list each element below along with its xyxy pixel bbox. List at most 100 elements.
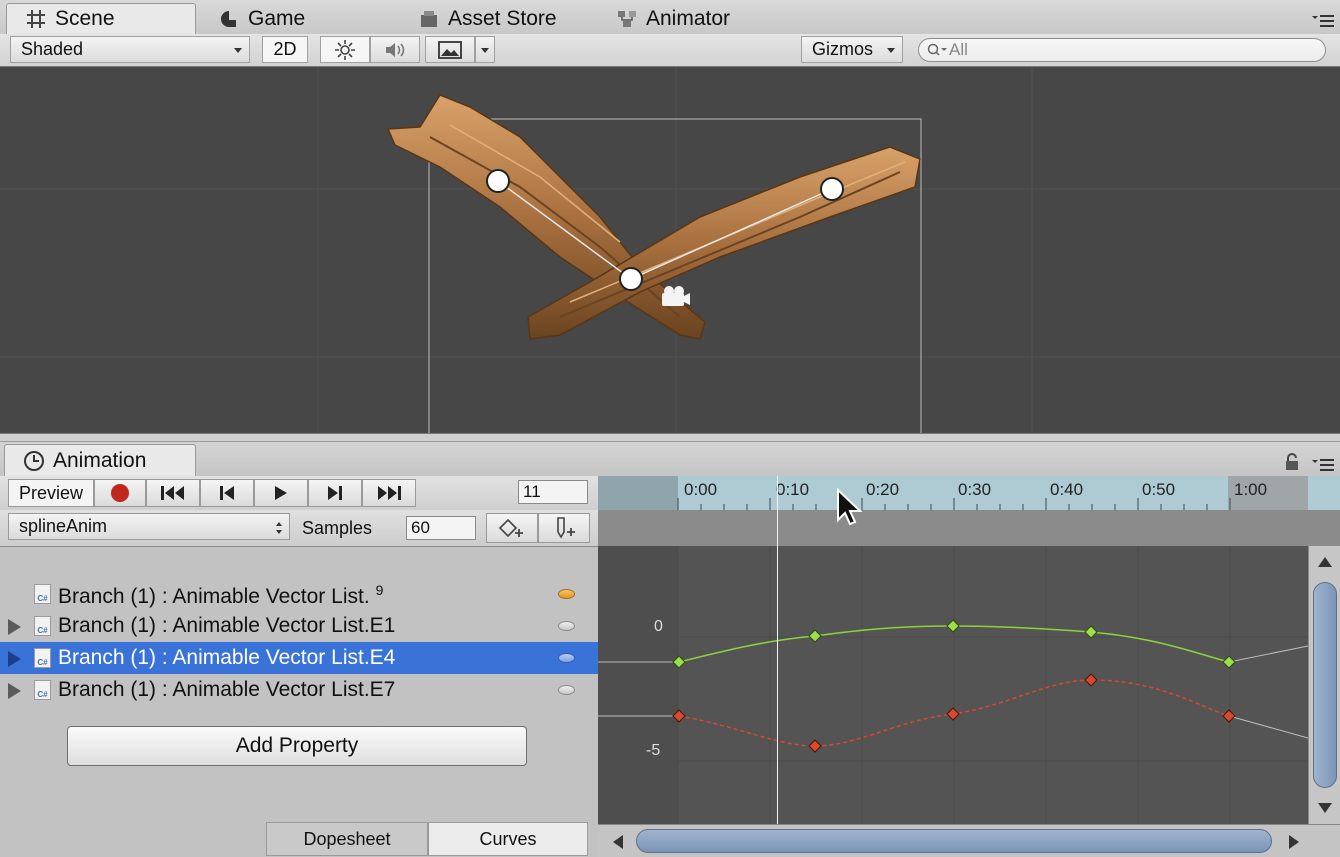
curve-grid [598,546,1308,824]
main-tab-strip: Scene Game Asset Store Animator [0,0,1340,35]
shading-mode-dropdown[interactable]: Shaded [10,36,250,63]
lock-icon[interactable] [1284,452,1300,472]
property-row-selected[interactable]: C# Branch (1) : Animable Vector List.E4 [0,642,598,674]
add-keyframe-button[interactable] [486,513,538,543]
timeline-tick-label: 0:00 [684,480,718,499]
previous-keyframe-button[interactable] [200,479,254,507]
preview-label: Preview [18,482,84,503]
play-button[interactable] [254,479,308,507]
keyframe-handle[interactable] [1084,625,1098,639]
property-label: Branch (1) : Animable Vector List.E7 [58,678,396,701]
tab-scene[interactable]: Scene [6,3,196,34]
tab-curves[interactable]: Curves [428,822,588,856]
last-keyframe-button[interactable] [362,479,416,507]
scroll-thumb[interactable] [636,829,1272,853]
keyframe-handle[interactable] [1222,709,1236,723]
scroll-down-arrow-icon[interactable] [1317,802,1333,814]
timeline-tick-label: 0:40 [1050,480,1084,499]
next-keyframe-button[interactable] [308,479,362,507]
store-icon [421,10,437,27]
expand-triangle-icon[interactable] [8,651,21,667]
add-property-button[interactable]: Add Property [67,726,527,766]
search-icon [927,43,947,56]
panel-menu-icon[interactable] [1312,458,1334,472]
samples-value: 60 [411,518,430,537]
timeline-tick-label: 1:00 [1234,480,1268,499]
current-frame-value: 11 [523,482,541,501]
keyframe-handle[interactable] [1084,673,1098,687]
property-label: Branch (1) : Animable Vector List.E4 [58,646,396,669]
keyframe-indicator[interactable] [558,685,575,695]
property-row[interactable]: C# Branch (1) : Animable Vector List.E7 [0,674,598,706]
keyframe-handle[interactable] [808,739,822,753]
camera-gizmo-icon[interactable] [662,286,690,306]
keyframe-handle[interactable] [1222,655,1236,669]
tab-game[interactable]: Game [200,3,400,34]
preview-toggle-button[interactable]: Preview [8,479,94,507]
curve-canvas[interactable] [598,546,1340,824]
panel-menu-icon[interactable] [1312,14,1334,28]
scene-search-input[interactable]: All [918,38,1326,62]
first-keyframe-button[interactable] [146,479,200,507]
panel-splitter[interactable] [0,433,1340,442]
2d-toggle-label: 2D [273,39,297,59]
scroll-right-arrow-icon[interactable] [1288,834,1300,850]
scene-effects-dropdown[interactable] [475,36,495,63]
clock-icon [24,450,44,471]
tab-game-label: Game [248,6,306,30]
curve-horizontal-scrollbar[interactable] [598,824,1340,857]
scroll-up-arrow-icon[interactable] [1317,556,1333,568]
shading-mode-value: Shaded [21,39,84,59]
scene-canvas[interactable] [0,67,1340,433]
keyframe-indicator[interactable] [558,653,575,663]
spline-handle[interactable] [619,267,643,291]
curve-editor[interactable]: 0 -5 [598,546,1340,824]
expand-triangle-icon[interactable] [8,683,21,699]
keyframe-indicator[interactable] [558,621,575,631]
keyframe-handle[interactable] [946,707,960,721]
speaker-icon [386,42,405,57]
tab-animation[interactable]: Animation [4,444,196,476]
property-label: Branch (1) : Animable Vector List. 9 [58,582,384,608]
record-button[interactable] [94,479,146,507]
playhead-line[interactable] [777,476,778,824]
clip-name: splineAnim [19,516,108,536]
animation-tab-strip: Animation [0,442,1340,477]
curve-vertical-scrollbar[interactable] [1308,546,1340,824]
expand-triangle-icon[interactable] [8,619,21,635]
playback-controls: Preview 11 [0,476,598,511]
spline-handle[interactable] [486,169,510,193]
scene-effects-button[interactable] [425,36,475,63]
skip-to-start-icon [161,486,184,500]
animator-icon [618,10,636,27]
add-event-button[interactable] [538,513,590,543]
keyframe-indicator[interactable] [558,589,575,599]
scroll-thumb[interactable] [1313,582,1337,788]
scroll-left-arrow-icon[interactable] [612,834,624,850]
tab-dopesheet[interactable]: Dopesheet [266,822,428,856]
2d-toggle-button[interactable]: 2D [262,36,308,63]
timeline-tick-label: 0:10 [776,480,810,499]
updown-chevron-icon [276,522,282,534]
view-mode-tabs: Dopesheet Curves [0,822,598,856]
current-frame-field[interactable]: 11 [518,480,588,504]
scene-view[interactable] [0,67,1340,433]
step-forward-icon [328,486,342,500]
keyframe-handle[interactable] [946,619,960,633]
keyframe-handle[interactable] [808,629,822,643]
record-icon [111,484,129,502]
spline-handle[interactable] [820,177,844,201]
timeline-tick-label: 0:50 [1142,480,1176,499]
animation-event-row[interactable] [598,510,1340,547]
tab-animator[interactable]: Animator [598,3,798,34]
tab-asset-store[interactable]: Asset Store [400,3,600,34]
scene-audio-button[interactable] [370,36,420,63]
property-row[interactable]: C# Branch (1) : Animable Vector List.E1 [0,610,598,642]
clip-selector-dropdown[interactable]: splineAnim [8,513,290,540]
timeline-tick-label: 0:20 [866,480,900,499]
property-row[interactable]: C# Branch (1) : Animable Vector List. 9 [0,578,598,610]
scene-lighting-button[interactable] [320,36,370,63]
samples-field[interactable]: 60 [406,516,476,540]
chevron-down-icon [234,48,242,53]
gizmos-dropdown[interactable]: Gizmos [801,36,903,63]
